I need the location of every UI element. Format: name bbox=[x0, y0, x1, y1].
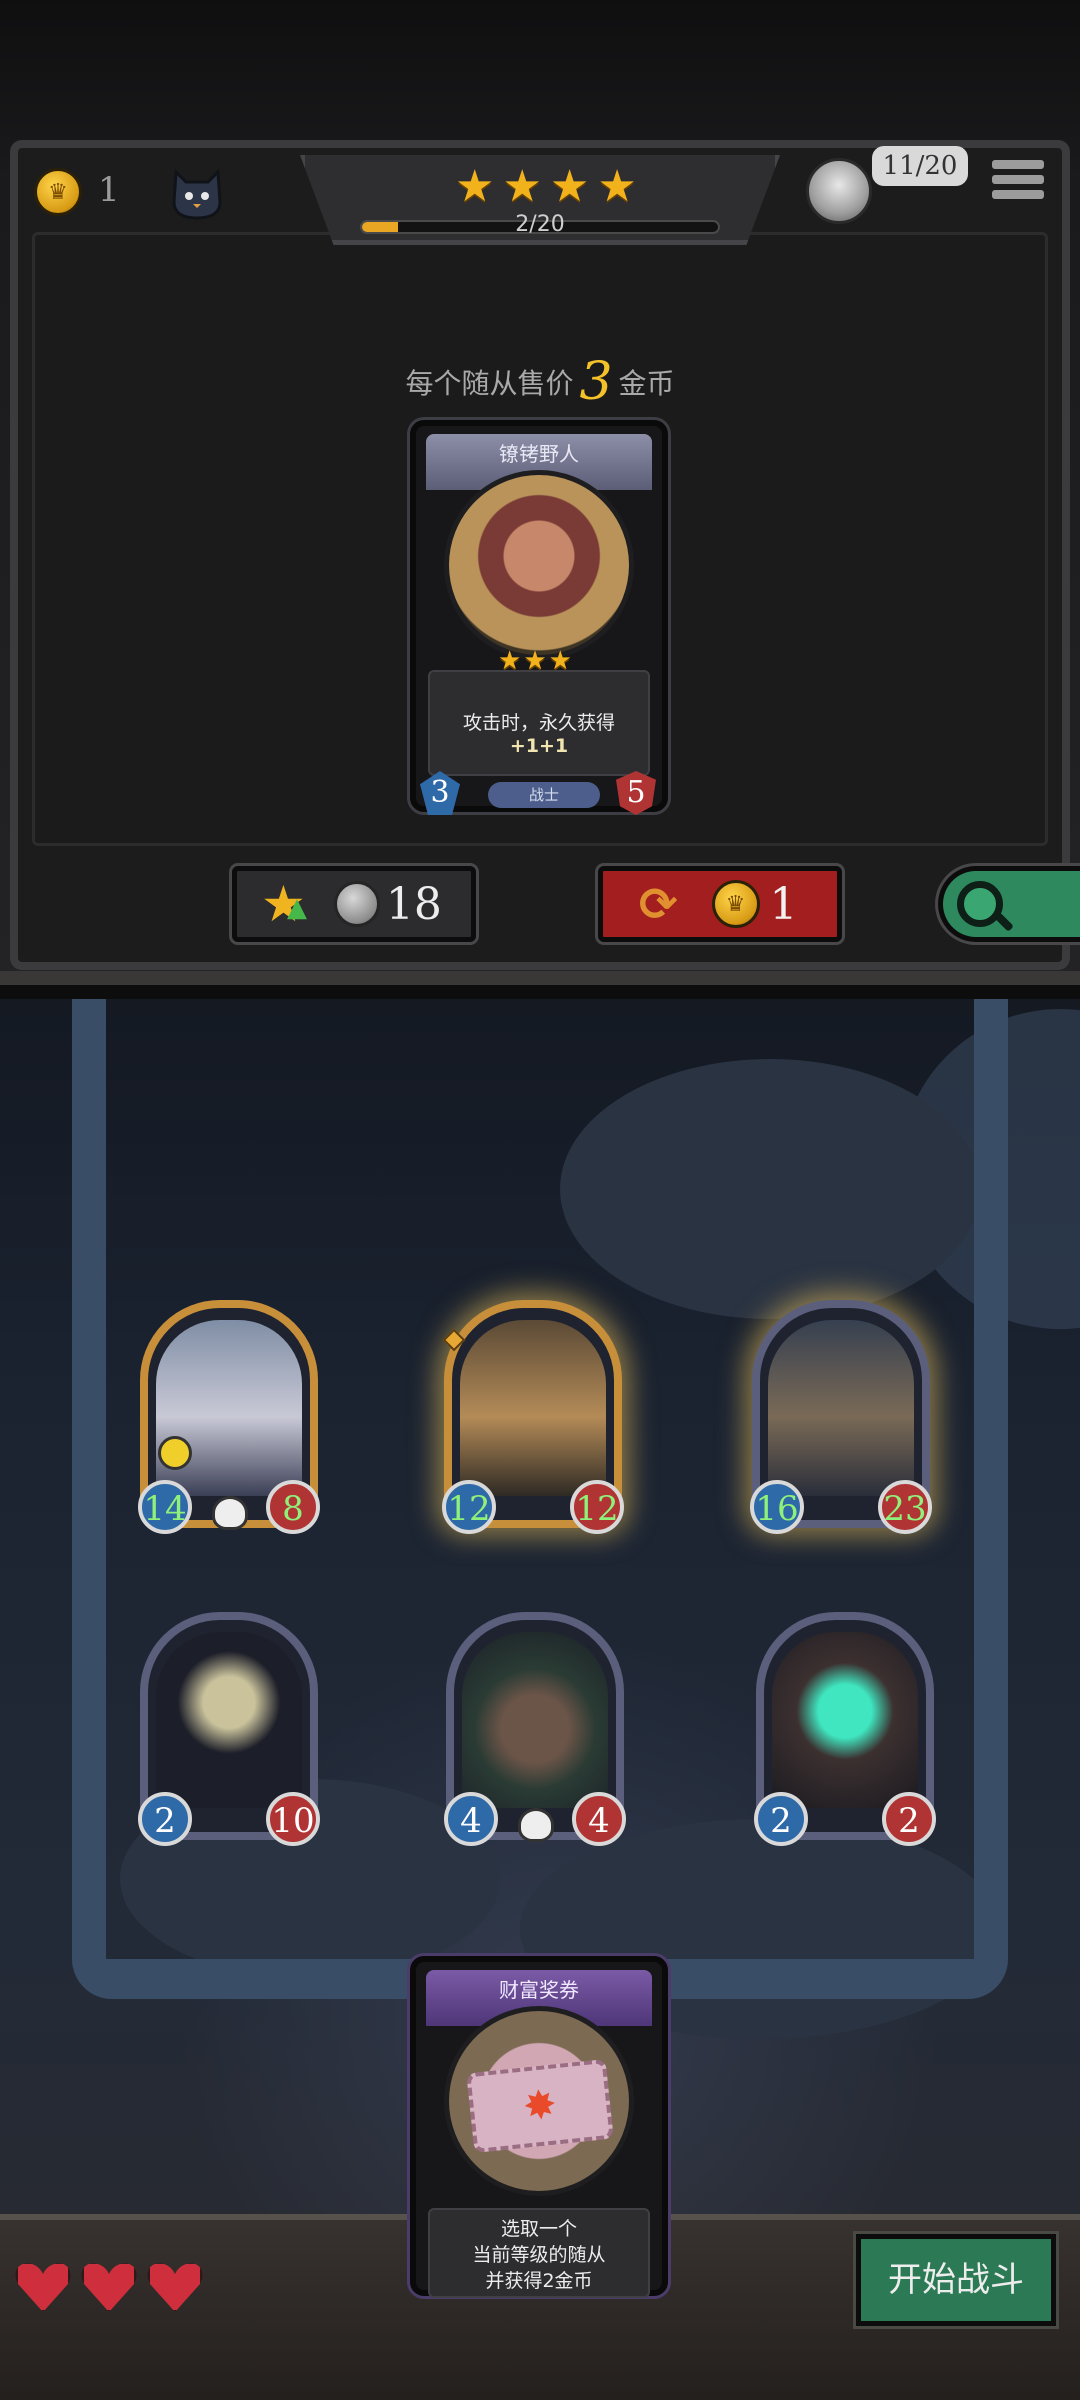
tavern-tier-stars: ★ ★ ★ ★ bbox=[455, 165, 637, 209]
smile-icon bbox=[158, 1436, 192, 1470]
minion-health: 2 bbox=[882, 1792, 936, 1846]
hero-pet-icon[interactable] bbox=[170, 162, 224, 220]
hero-health: 11/20 bbox=[872, 146, 968, 186]
minion-art bbox=[462, 1632, 608, 1808]
card-description: 攻击时，永久获得+1+1 bbox=[462, 712, 615, 757]
card-portrait bbox=[444, 470, 634, 660]
minion-attack: 14 bbox=[138, 1480, 192, 1534]
minion-attack: 2 bbox=[754, 1792, 808, 1846]
upgrade-tavern-button[interactable]: ★ 18 bbox=[232, 866, 476, 942]
refresh-cost: 1 bbox=[769, 878, 798, 930]
ticket-icon: ✸ bbox=[466, 2058, 614, 2154]
menu-icon bbox=[992, 160, 1044, 169]
search-button[interactable] bbox=[938, 866, 1080, 942]
minion-attack: 12 bbox=[442, 1480, 496, 1534]
card-name: 镣铐野人 bbox=[499, 442, 579, 466]
minion-health: 10 bbox=[266, 1792, 320, 1846]
upgrade-star-icon: ★ bbox=[261, 875, 307, 933]
board-minion[interactable]: 14 8 bbox=[138, 1300, 320, 1534]
minion-art bbox=[772, 1632, 918, 1808]
refresh-icon: ⟳ bbox=[639, 877, 678, 931]
board-minion[interactable]: 22 bbox=[754, 1612, 936, 1846]
board-minion[interactable]: 12 12 bbox=[442, 1300, 624, 1534]
silver-coin-icon bbox=[333, 881, 380, 927]
star-icon: ★ bbox=[597, 161, 637, 212]
minion-health: 23 bbox=[878, 1480, 932, 1534]
upgrade-cost: 18 bbox=[385, 878, 442, 930]
shop-panel: ♛ 1 ★ ★ ★ ★ 2/20 11/20 每个随从售价 3 金币 镣铐野人 ★ ★ ★ 攻… bbox=[0, 0, 1080, 985]
menu-button[interactable] bbox=[992, 160, 1044, 208]
minion-attack: 4 bbox=[444, 1792, 498, 1846]
card-tribe: 战士 bbox=[488, 782, 600, 808]
board-minion[interactable]: 16 23 bbox=[750, 1300, 932, 1534]
minion-health: 12 bbox=[570, 1480, 624, 1534]
board-minion[interactable]: 44 bbox=[444, 1612, 626, 1846]
sell-price-text: 每个随从售价 3 金币 bbox=[405, 352, 675, 412]
minion-art bbox=[460, 1320, 606, 1496]
refresh-shop-button[interactable]: ⟳ ♛ 1 bbox=[598, 866, 842, 942]
skull-icon bbox=[212, 1496, 248, 1530]
minion-art bbox=[156, 1632, 302, 1808]
card-attack: 3 bbox=[420, 771, 460, 815]
spell-description: 选取一个 当前等级的随从 并获得2金币 bbox=[472, 2218, 606, 2292]
star-icon: ★ bbox=[502, 161, 542, 212]
card-health: 5 bbox=[616, 771, 656, 815]
star-icon: ★ bbox=[549, 161, 590, 212]
tier-progress-fill bbox=[362, 222, 398, 232]
discover-spell-card[interactable]: 财富奖券 ✸ 选取一个 当前等级的随从 并获得2金币 bbox=[410, 1956, 668, 2298]
shop-minion-card[interactable]: 镣铐野人 ★ ★ ★ 攻击时，永久获得+1+1 3 战士 5 bbox=[410, 420, 668, 815]
tier-progress-text: 2/20 bbox=[515, 212, 565, 237]
board-minion[interactable]: 2 10 bbox=[138, 1612, 320, 1846]
start-battle-button[interactable]: 开始战斗 bbox=[856, 2234, 1056, 2326]
hero-avatar[interactable] bbox=[806, 158, 872, 224]
gold-coin-icon: ♛ bbox=[34, 168, 82, 216]
minion-attack: 2 bbox=[138, 1792, 192, 1846]
gold-count: 1 bbox=[98, 170, 120, 210]
minion-health: 4 bbox=[572, 1792, 626, 1846]
sell-price-value: 3 bbox=[579, 352, 613, 412]
spell-name: 财富奖券 bbox=[499, 1978, 579, 2002]
star-icon: ★ bbox=[455, 161, 495, 212]
minion-attack: 16 bbox=[750, 1480, 804, 1534]
minion-health: 8 bbox=[266, 1480, 320, 1534]
skull-icon bbox=[518, 1808, 554, 1842]
minion-art bbox=[768, 1320, 914, 1496]
gold-coin-icon: ♛ bbox=[711, 880, 760, 928]
search-icon bbox=[957, 881, 1003, 927]
